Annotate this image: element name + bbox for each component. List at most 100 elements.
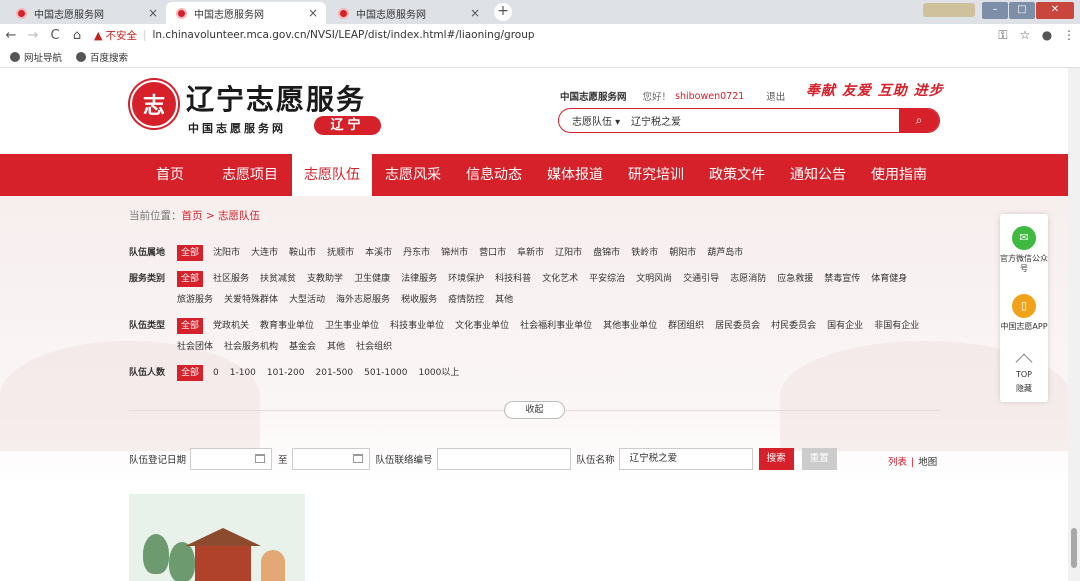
menu-icon[interactable]: ⋮ (1058, 28, 1080, 42)
filter-option[interactable]: 卫生事业单位 (325, 318, 379, 334)
nav-item-teams[interactable]: 志愿队伍 (292, 154, 372, 196)
bookmark-item[interactable]: 百度搜索 (76, 50, 128, 64)
logo-seal-icon[interactable]: 志 (130, 80, 178, 128)
nav-item-notices[interactable]: 通知公告 (778, 154, 858, 196)
page-scrollbar[interactable] (1068, 68, 1080, 581)
tab-close-icon[interactable]: × (148, 6, 158, 20)
filter-option[interactable]: 锦州市 (441, 245, 468, 261)
reset-button[interactable]: 重置 (801, 448, 837, 470)
site-name-link[interactable]: 中国志愿服务网 (560, 89, 627, 103)
filter-option[interactable]: 沈阳市 (213, 245, 240, 261)
filter-option[interactable]: 群团组织 (668, 318, 704, 334)
filter-option[interactable]: 海外志愿服务 (336, 292, 390, 308)
filter-option[interactable]: 社会组织 (356, 339, 392, 355)
bookmark-item[interactable]: 网址导航 (10, 50, 62, 64)
filter-option[interactable]: 抚顺市 (327, 245, 354, 261)
filter-option-all[interactable]: 全部 (177, 365, 204, 381)
tab-close-icon[interactable]: × (308, 6, 318, 20)
filter-option[interactable]: 营口市 (479, 245, 506, 261)
search-input[interactable] (631, 115, 899, 126)
search-button[interactable]: 搜索 (758, 448, 794, 470)
filter-option[interactable]: 1-100 (230, 365, 256, 381)
filter-option[interactable]: 基金会 (289, 339, 316, 355)
contact-number-input[interactable] (436, 448, 571, 470)
filter-option[interactable]: 鞍山市 (289, 245, 316, 261)
filter-option[interactable]: 旅游服务 (177, 292, 213, 308)
filter-option[interactable]: 关爱特殊群体 (224, 292, 278, 308)
date-start-input[interactable] (190, 448, 273, 470)
filter-option[interactable]: 其他 (495, 292, 513, 308)
minimize-button[interactable]: – (982, 1, 1008, 19)
browser-tab-3[interactable]: 中国志愿服务网 × (328, 2, 488, 24)
filter-option[interactable]: 1000以上 (418, 365, 459, 381)
address-bar[interactable]: ▲ 不安全 | ln.chinavolunteer.mca.gov.cn/NVS… (94, 26, 992, 44)
filter-option[interactable]: 文明风尚 (636, 271, 672, 287)
filter-option[interactable]: 其他 (327, 339, 345, 355)
filter-option[interactable]: 税收服务 (401, 292, 437, 308)
star-icon[interactable]: ☆ (1014, 28, 1036, 42)
filter-option[interactable]: 环境保护 (448, 271, 484, 287)
list-view-link[interactable]: 列表 (888, 457, 907, 468)
browser-tab-2[interactable]: 中国志愿服务网 × (166, 2, 326, 24)
filter-option[interactable]: 朝阳市 (669, 245, 696, 261)
nav-item-media[interactable]: 媒体报道 (535, 154, 615, 196)
filter-option[interactable]: 社会福利事业单位 (520, 318, 592, 334)
home-icon[interactable]: ⌂ (66, 28, 88, 43)
filter-option[interactable]: 文化艺术 (542, 271, 578, 287)
url-text[interactable]: ln.chinavolunteer.mca.gov.cn/NVSI/LEAP/d… (153, 29, 535, 41)
filter-option-all[interactable]: 全部 (177, 245, 204, 261)
maximize-button[interactable]: □ (1009, 1, 1035, 19)
filter-option[interactable]: 101-200 (267, 365, 305, 381)
filter-option[interactable]: 本溪市 (365, 245, 392, 261)
browser-tab-1[interactable]: 中国志愿服务网 × (6, 2, 166, 24)
filter-option[interactable]: 文化事业单位 (455, 318, 509, 334)
filter-option[interactable]: 葫芦岛市 (707, 245, 743, 261)
search-icon[interactable]: ⌕ (899, 109, 939, 132)
filter-option[interactable]: 平安综治 (589, 271, 625, 287)
forward-icon[interactable]: → (22, 28, 44, 43)
filter-option[interactable]: 国有企业 (827, 318, 863, 334)
logout-link[interactable]: 退出 (766, 89, 785, 103)
nav-item-home[interactable]: 首页 (132, 154, 208, 196)
filter-option[interactable]: 丹东市 (403, 245, 430, 261)
filter-option-all[interactable]: 全部 (177, 271, 204, 287)
filter-option[interactable]: 居民委员会 (715, 318, 760, 334)
nav-item-policy[interactable]: 政策文件 (697, 154, 777, 196)
filter-option-all[interactable]: 全部 (177, 318, 204, 334)
date-end-input[interactable] (291, 448, 370, 470)
profile-avatar[interactable] (923, 3, 975, 17)
search-category-select[interactable]: 志愿队伍 ▾ (559, 113, 631, 128)
filter-option[interactable]: 扶贫减贫 (260, 271, 296, 287)
filter-option[interactable]: 教育事业单位 (260, 318, 314, 334)
new-tab-button[interactable]: + (494, 3, 512, 21)
hide-panel-button[interactable]: 隐藏 (1000, 384, 1048, 394)
filter-option[interactable]: 铁岭市 (631, 245, 658, 261)
filter-option[interactable]: 0 (213, 365, 219, 381)
filter-option[interactable]: 辽阳市 (555, 245, 582, 261)
username-link[interactable]: shibowen0721 (675, 91, 744, 102)
wechat-link[interactable]: ✉ 官方微信公众号 (1000, 226, 1048, 274)
filter-option[interactable]: 201-500 (316, 365, 354, 381)
back-icon[interactable]: ← (0, 28, 22, 43)
filter-option[interactable]: 交通引导 (683, 271, 719, 287)
filter-option[interactable]: 村民委员会 (771, 318, 816, 334)
filter-option[interactable]: 其他事业单位 (603, 318, 657, 334)
filter-option[interactable]: 盘锦市 (593, 245, 620, 261)
collapse-button[interactable]: 收起 (504, 401, 565, 419)
filter-option[interactable]: 大型活动 (289, 292, 325, 308)
breadcrumb-current[interactable]: 志愿队伍 (218, 210, 260, 222)
nav-item-training[interactable]: 研究培训 (616, 154, 696, 196)
account-icon[interactable]: ● (1036, 28, 1058, 42)
filter-option[interactable]: 501-1000 (364, 365, 407, 381)
filter-option[interactable]: 支教助学 (307, 271, 343, 287)
filter-option[interactable]: 志愿消防 (730, 271, 766, 287)
filter-option[interactable]: 疫情防控 (448, 292, 484, 308)
filter-option[interactable]: 禁毒宣传 (824, 271, 860, 287)
security-label[interactable]: 不安全 (105, 28, 137, 43)
reload-icon[interactable]: C (44, 28, 66, 43)
nav-item-guide[interactable]: 使用指南 (859, 154, 939, 196)
back-to-top-button[interactable]: TOP (1000, 352, 1048, 380)
filter-option[interactable]: 应急救援 (777, 271, 813, 287)
filter-option[interactable]: 社会团体 (177, 339, 213, 355)
filter-option[interactable]: 社会服务机构 (224, 339, 278, 355)
